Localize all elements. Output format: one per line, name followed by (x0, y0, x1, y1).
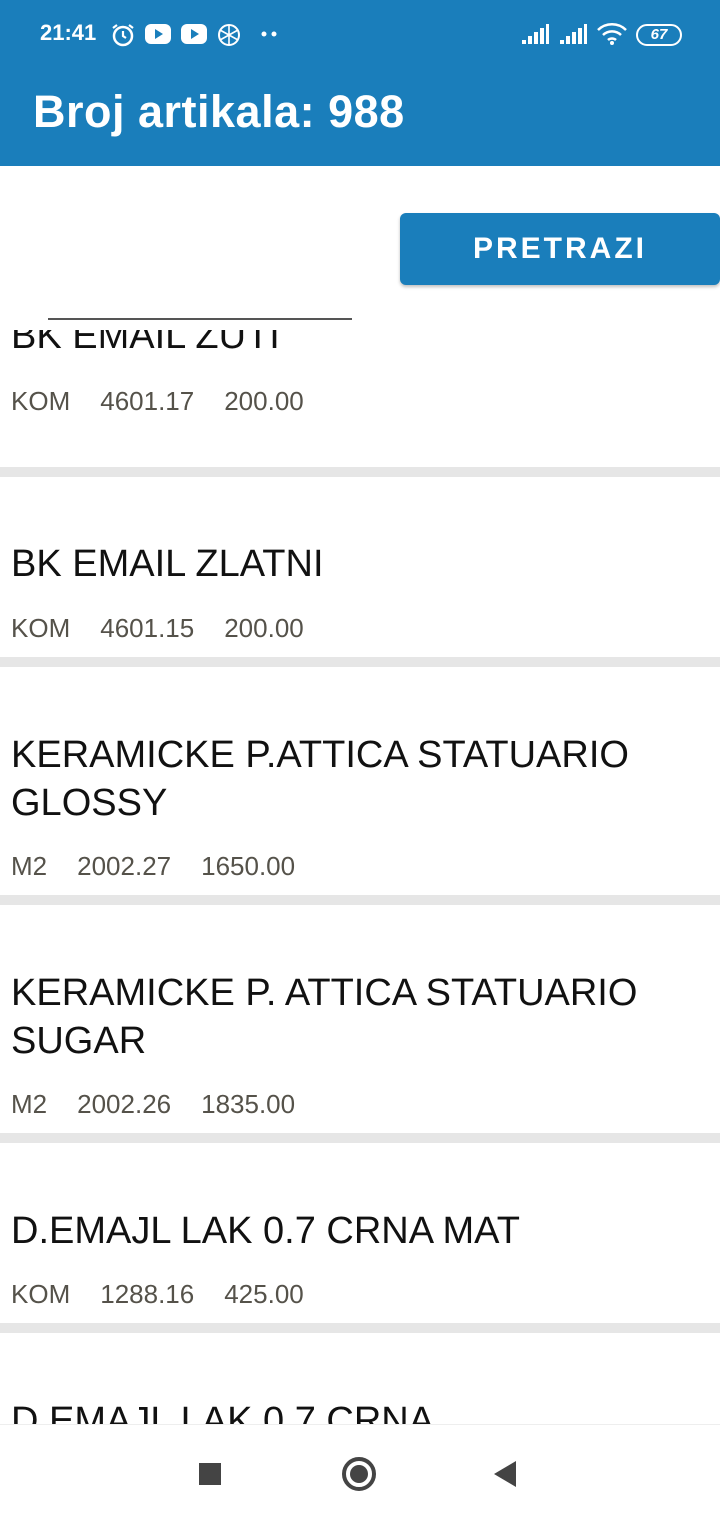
item-price: 1650.00 (201, 851, 296, 881)
list-item[interactable]: KERAMICKE P. ATTICA STATUARIO SUGAR M2 20… (0, 905, 720, 1143)
item-meta: KOM 1288.16 425.00 (11, 1279, 334, 1310)
item-price: 1835.00 (201, 1089, 296, 1119)
search-input[interactable] (48, 280, 352, 320)
item-code: 2002.27 (77, 851, 172, 881)
youtube-icon (145, 24, 171, 44)
item-name: D.EMAJL LAK 0.7 CRNA MAT (11, 1210, 520, 1252)
item-list[interactable]: BK EMAIL ZUTI KOM 4601.17 200.00 BK EMAIL … (0, 330, 720, 1424)
item-name: D.EMAJL LAK 0.7 CRNA (11, 1400, 435, 1424)
item-meta: KOM 4601.15 200.00 (11, 613, 334, 644)
home-circle-icon[interactable] (342, 1457, 376, 1491)
list-item[interactable]: D.EMAJL LAK 0.7 CRNA MAT KOM 1288.16 425.0… (0, 1143, 720, 1333)
recents-square-icon[interactable] (199, 1463, 221, 1485)
item-meta: M2 2002.27 1650.00 (11, 851, 325, 882)
item-unit: M2 (11, 1089, 48, 1119)
battery-icon: 67 (636, 24, 682, 46)
signal-icon (560, 24, 587, 44)
list-item[interactable]: BK EMAIL ZUTI KOM 4601.17 200.00 (0, 330, 720, 477)
item-code: 2002.26 (77, 1089, 172, 1119)
item-name: KERAMICKE P.ATTICA STATUARIO GLOSSY (11, 734, 629, 824)
item-code: 4601.17 (100, 386, 195, 416)
item-code: 1288.16 (100, 1279, 195, 1309)
system-nav-bar (0, 1424, 720, 1520)
item-unit: KOM (11, 613, 71, 643)
list-item[interactable]: D.EMAJL LAK 0.7 CRNA (0, 1333, 720, 1424)
item-name: BK EMAIL ZUTI (11, 330, 280, 357)
item-price: 200.00 (224, 613, 304, 643)
item-code: 4601.15 (100, 613, 195, 643)
wifi-icon (597, 23, 627, 45)
page-title: Broj artikala: 988 (33, 86, 405, 137)
item-unit: KOM (11, 386, 71, 416)
item-name: BK EMAIL ZLATNI (11, 543, 324, 585)
back-triangle-icon[interactable] (494, 1461, 516, 1487)
item-meta: M2 2002.26 1835.00 (11, 1089, 325, 1120)
item-unit: M2 (11, 851, 48, 881)
list-item[interactable]: KERAMICKE P.ATTICA STATUARIO GLOSSY M2 20… (0, 667, 720, 905)
alarm-icon (112, 24, 134, 47)
openai-icon (218, 24, 240, 46)
item-price: 425.00 (224, 1279, 304, 1309)
app-bar: 21:41 67 Broj artikala: 988 (0, 0, 720, 166)
item-price: 200.00 (224, 386, 304, 416)
status-time: 21:41 (40, 20, 97, 45)
youtube-icon (181, 24, 207, 44)
item-unit: KOM (11, 1279, 71, 1309)
search-button[interactable]: PRETRAZI (400, 213, 720, 285)
status-bar: 21:41 67 (0, 0, 720, 70)
item-name: KERAMICKE P. ATTICA STATUARIO SUGAR (11, 972, 638, 1062)
signal-icon (522, 24, 549, 44)
item-meta: KOM 4601.17 200.00 (11, 386, 334, 417)
more-dots-icon (261, 31, 277, 37)
list-item[interactable]: BK EMAIL ZLATNI KOM 4601.15 200.00 (0, 477, 720, 667)
